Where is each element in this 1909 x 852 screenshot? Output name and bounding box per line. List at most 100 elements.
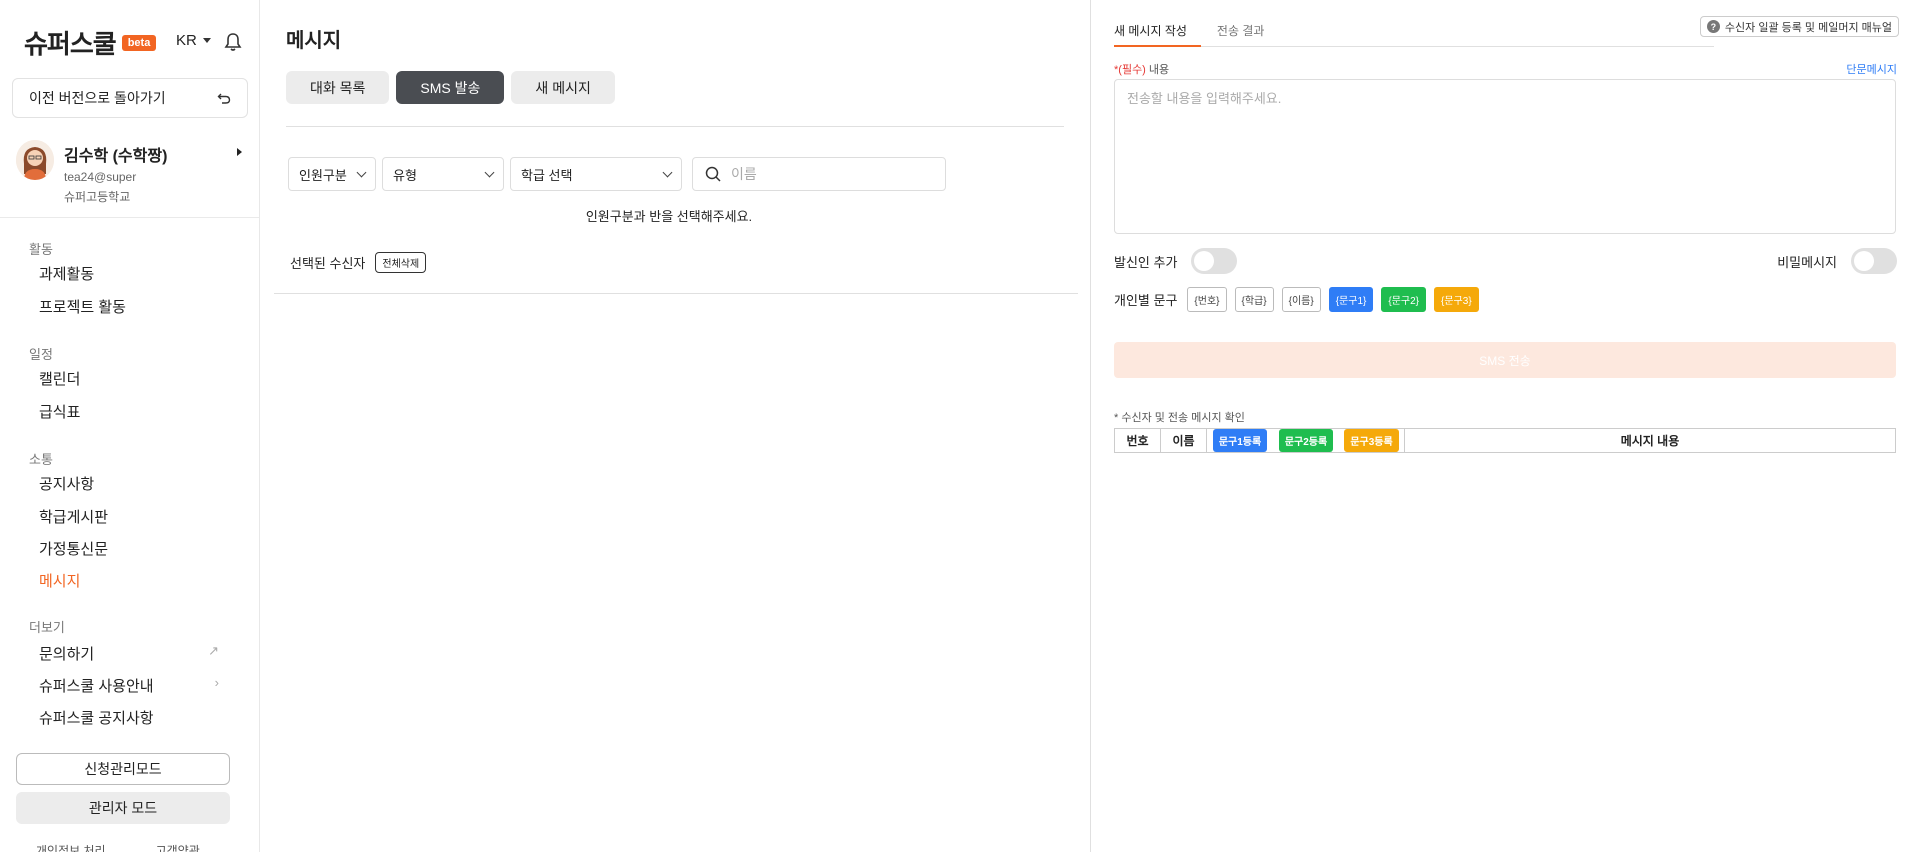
section-label-activity: 활동 <box>29 242 53 257</box>
column-header-name: 이름 <box>1161 429 1207 452</box>
register-phrase-3-button[interactable]: 문구3등록 <box>1344 429 1399 452</box>
sidebar-item-notice[interactable]: 공지사항 <box>39 473 219 494</box>
secret-message-row: 비밀메시지 <box>1777 248 1897 274</box>
phrase-tag-3[interactable]: {문구3} <box>1434 287 1479 312</box>
tab-new-message-compose[interactable]: 새 메시지 작성 <box>1114 20 1201 47</box>
column-header-number: 번호 <box>1115 429 1161 452</box>
bell-icon[interactable] <box>224 32 242 52</box>
back-to-previous-version-button[interactable]: 이전 버전으로 돌아가기 <box>12 78 248 118</box>
profile-email: tea24@super <box>64 170 137 184</box>
preview-table-header: 번호 이름 문구1등록 문구2등록 문구3등록 메시지 내용 <box>1114 428 1896 453</box>
sidebar-item-project[interactable]: 프로젝트 활동 <box>39 296 219 317</box>
app-root: 슈퍼스쿨 beta KR 이전 버전으로 돌아가기 김수학 (수학짱) tea2… <box>0 0 1909 852</box>
phrase-tag-class[interactable]: {학급} <box>1234 287 1274 312</box>
sender-add-row: 발신인 추가 <box>1114 248 1238 274</box>
avatar <box>16 140 54 180</box>
selected-recipients-label: 선택된 수신자 <box>290 256 366 271</box>
sender-add-toggle[interactable] <box>1191 248 1238 274</box>
content-label: *(필수) 내용 <box>1114 61 1169 77</box>
phrase-tag-2[interactable]: {문구2} <box>1381 287 1427 312</box>
undo-icon <box>217 93 231 104</box>
sidebar-item-guide[interactable]: 슈퍼스쿨 사용안내 › <box>39 675 219 696</box>
page-title: 메시지 <box>286 30 342 52</box>
message-panel: 메시지 대화 목록 SMS 발송 새 메시지 인원구분 유형 학급 선택 이름 … <box>260 0 1091 852</box>
divider <box>286 126 1064 127</box>
manual-button-label: 수신자 일괄 등록 및 메일머지 매뉴얼 <box>1724 21 1892 34</box>
message-tabs: 대화 목록 SMS 발송 새 메시지 <box>286 71 615 104</box>
register-phrase-1-button[interactable]: 문구1등록 <box>1212 429 1268 452</box>
footer-links: 개인정보 처리 고객약관 <box>36 842 200 852</box>
chevron-down-icon <box>662 167 673 177</box>
external-link-icon: ↗ <box>208 643 219 658</box>
sidebar-item-message[interactable]: 메시지 <box>39 570 219 591</box>
beta-badge: beta <box>121 34 157 51</box>
admin-mode-button[interactable]: 관리자 모드 <box>16 792 230 824</box>
class-label: 학급 선택 <box>521 167 573 183</box>
message-content-textarea[interactable] <box>1114 79 1896 234</box>
logo[interactable]: 슈퍼스쿨 beta <box>24 24 157 61</box>
search-input[interactable] <box>731 166 931 182</box>
personal-phrase-row: 개인별 문구 {번호} {학급} {이름} {문구1} {문구2} {문구3} <box>1114 287 1479 312</box>
tab-sms-send[interactable]: SMS 발송 <box>396 71 505 104</box>
tab-new-message[interactable]: 새 메시지 <box>511 71 615 104</box>
short-message-link[interactable]: 단문메시지 <box>1846 61 1897 77</box>
caret-down-icon <box>202 38 211 43</box>
sidebar-item-meal[interactable]: 급식표 <box>39 401 219 422</box>
sidebar-item-assignment[interactable]: 과제활동 <box>39 263 219 284</box>
column-header-reg2: 문구2등록 <box>1273 429 1339 452</box>
recipient-filters: 인원구분 유형 학급 선택 <box>288 157 946 191</box>
selected-recipients: 선택된 수신자 전체삭제 <box>290 252 427 273</box>
clear-all-button[interactable]: 전체삭제 <box>375 252 427 273</box>
sms-send-button[interactable]: SMS 전송 <box>1114 342 1896 378</box>
caret-right-icon <box>237 148 242 156</box>
tab-send-result[interactable]: 전송 결과 <box>1217 20 1281 47</box>
content-label-text: 내용 <box>1148 64 1170 76</box>
sidebar-item-superschool-notice[interactable]: 슈퍼스쿨 공지사항 <box>39 707 219 728</box>
sidebar-item-class-board[interactable]: 학급게시판 <box>39 506 219 527</box>
type-label: 유형 <box>393 167 417 183</box>
profile-name: 김수학 (수학짱) <box>64 148 168 165</box>
chevron-down-icon <box>484 167 495 177</box>
user-profile[interactable]: 김수학 (수학짱) tea24@super 슈퍼고등학교 <box>16 138 244 208</box>
tab-conversation-list[interactable]: 대화 목록 <box>286 71 390 104</box>
confirm-label: * 수신자 및 전송 메시지 확인 <box>1114 412 1245 424</box>
sidebar-item-calendar[interactable]: 캘린더 <box>39 368 219 389</box>
sidebar-divider <box>0 217 259 218</box>
chevron-down-icon <box>356 167 367 177</box>
class-select[interactable]: 학급 선택 <box>510 157 682 191</box>
member-type-label: 인원구분 <box>299 167 347 183</box>
section-label-schedule: 일정 <box>29 347 53 362</box>
language-label: KR <box>176 32 197 49</box>
type-select[interactable]: 유형 <box>382 157 504 191</box>
section-label-communication: 소통 <box>29 452 53 467</box>
back-button-label: 이전 버전으로 돌아가기 <box>29 90 166 106</box>
manual-button[interactable]: ? 수신자 일괄 등록 및 메일머지 매뉴얼 <box>1699 16 1899 37</box>
secret-message-toggle[interactable] <box>1851 248 1897 274</box>
phrase-tag-number[interactable]: {번호} <box>1187 287 1227 312</box>
language-select[interactable]: KR <box>176 32 211 49</box>
member-type-select[interactable]: 인원구분 <box>288 157 376 191</box>
divider <box>274 293 1078 294</box>
section-label-more: 더보기 <box>29 620 65 635</box>
compose-panel: 새 메시지 작성 전송 결과 ? 수신자 일괄 등록 및 메일머지 매뉴얼 *(… <box>1092 0 1909 852</box>
logo-text: 슈퍼스쿨 <box>24 29 117 59</box>
select-hint: 인원구분과 반을 선택해주세요. <box>585 209 753 224</box>
sender-add-label: 발신인 추가 <box>1114 254 1178 270</box>
secret-message-label: 비밀메시지 <box>1777 254 1837 270</box>
apply-manage-mode-button[interactable]: 신청관리모드 <box>16 753 230 785</box>
privacy-link[interactable]: 개인정보 처리 <box>36 842 106 852</box>
terms-link[interactable]: 고객약관 <box>156 842 200 852</box>
sidebar-item-inquiry[interactable]: 문의하기 ↗ <box>39 643 219 664</box>
chevron-right-icon: › <box>214 675 219 690</box>
profile-school: 슈퍼고등학교 <box>64 190 131 204</box>
phrase-tag-name[interactable]: {이름} <box>1281 287 1321 312</box>
column-header-reg3: 문구3등록 <box>1339 429 1405 452</box>
inquiry-label: 문의하기 <box>39 646 95 663</box>
sidebar-item-newsletter[interactable]: 가정통신문 <box>39 538 219 559</box>
column-header-reg1: 문구1등록 <box>1207 429 1273 452</box>
required-marker: *(필수) <box>1114 64 1146 76</box>
sidebar: 슈퍼스쿨 beta KR 이전 버전으로 돌아가기 김수학 (수학짱) tea2… <box>0 0 260 852</box>
search-icon <box>705 166 721 182</box>
register-phrase-2-button[interactable]: 문구2등록 <box>1278 429 1334 452</box>
phrase-tag-1[interactable]: {문구1} <box>1328 287 1374 312</box>
